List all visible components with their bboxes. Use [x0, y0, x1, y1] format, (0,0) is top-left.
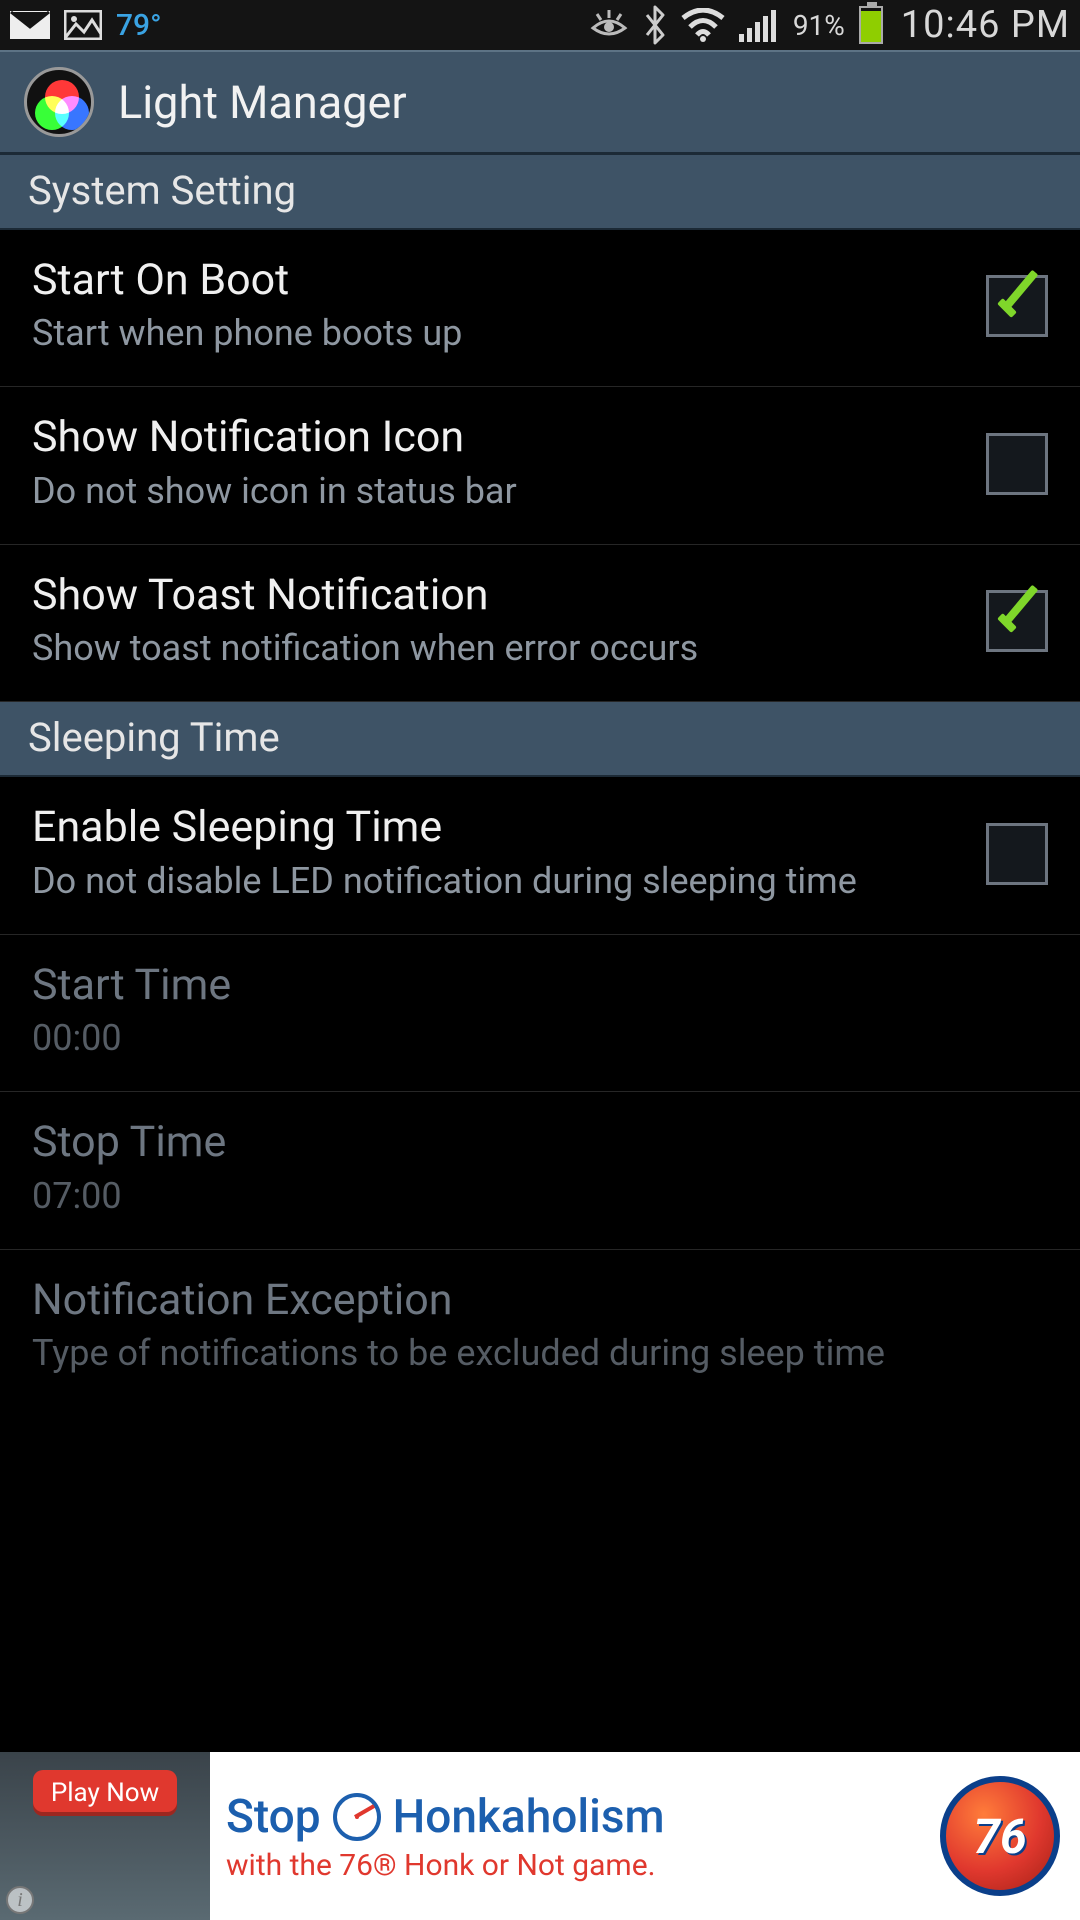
wifi-icon: [681, 8, 725, 42]
ad-copy: Stop Honkaholism with the 76® Honk or No…: [210, 1752, 920, 1920]
checkbox-show-toast-notification[interactable]: [986, 590, 1048, 652]
pref-title: Start On Boot: [32, 256, 962, 305]
gallery-icon: [64, 10, 102, 40]
pref-subtitle: 07:00: [32, 1174, 1048, 1219]
pref-subtitle: Do not show icon in status bar: [32, 469, 962, 514]
checkbox-enable-sleeping-time[interactable]: [986, 823, 1048, 885]
ad-logo-area: 76: [920, 1752, 1080, 1920]
pref-enable-sleeping-time[interactable]: Enable Sleeping Time Do not disable LED …: [0, 777, 1080, 934]
pref-title: Stop Time: [32, 1118, 1048, 1167]
settings-list[interactable]: System Setting Start On Boot Start when …: [0, 155, 1080, 1752]
ad-headline-word2: Honkaholism: [393, 1790, 665, 1844]
brand-76-logo: 76: [940, 1776, 1060, 1896]
pref-stop-time[interactable]: Stop Time 07:00: [0, 1092, 1080, 1249]
checkbox-show-notification-icon[interactable]: [986, 433, 1048, 495]
pref-start-on-boot[interactable]: Start On Boot Start when phone boots up: [0, 230, 1080, 387]
pref-subtitle: Type of notifications to be excluded dur…: [32, 1331, 1048, 1376]
ad-play-button[interactable]: Play Now: [33, 1770, 177, 1816]
bluetooth-icon: [643, 5, 667, 45]
section-system-setting: System Setting: [0, 155, 1080, 230]
weather-temperature: 79°: [116, 8, 162, 43]
signal-icon: [739, 8, 779, 42]
pref-show-notification-icon[interactable]: Show Notification Icon Do not show icon …: [0, 387, 1080, 544]
pref-subtitle: Show toast notification when error occur…: [32, 626, 962, 671]
section-sleeping-time: Sleeping Time: [0, 702, 1080, 777]
checkbox-start-on-boot[interactable]: [986, 275, 1048, 337]
pref-show-toast-notification[interactable]: Show Toast Notification Show toast notif…: [0, 545, 1080, 702]
app-icon: [24, 67, 94, 137]
app-header: Light Manager: [0, 50, 1080, 155]
mail-icon: [10, 11, 50, 39]
pref-subtitle: 00:00: [32, 1016, 1048, 1061]
pref-notification-exception[interactable]: Notification Exception Type of notificat…: [0, 1250, 1080, 1406]
app-title: Light Manager: [118, 76, 407, 129]
ad-info-icon[interactable]: i: [6, 1886, 34, 1914]
pref-title: Show Notification Icon: [32, 413, 962, 462]
steering-wheel-icon: [333, 1793, 381, 1841]
ad-banner[interactable]: Play Now Stop Honkaholism with the 76® H…: [0, 1752, 1080, 1920]
pref-subtitle: Start when phone boots up: [32, 311, 962, 356]
ad-subline: with the 76® Honk or Not game.: [226, 1848, 904, 1883]
pref-title: Start Time: [32, 961, 1048, 1010]
ad-headline-word1: Stop: [226, 1790, 321, 1844]
pref-title: Show Toast Notification: [32, 571, 962, 620]
pref-title: Enable Sleeping Time: [32, 803, 962, 852]
status-bar[interactable]: 79° 91% 10:46 PM: [0, 0, 1080, 50]
status-clock: 10:46 PM: [897, 3, 1070, 47]
battery-icon: [859, 6, 883, 44]
battery-percent: 91%: [793, 9, 845, 42]
pref-start-time[interactable]: Start Time 00:00: [0, 935, 1080, 1092]
pref-subtitle: Do not disable LED notification during s…: [32, 859, 962, 904]
pref-title: Notification Exception: [32, 1276, 1048, 1325]
smart-stay-icon: [589, 10, 629, 40]
